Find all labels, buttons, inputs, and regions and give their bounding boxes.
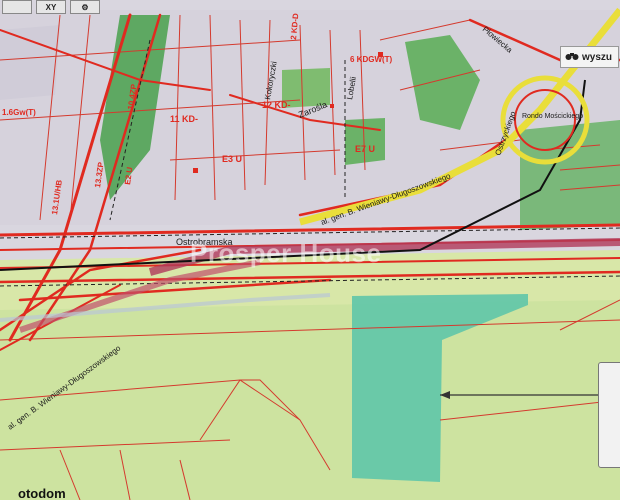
callout-box <box>598 362 620 468</box>
zone-marker <box>330 104 334 108</box>
xy-button[interactable]: XY <box>36 0 66 14</box>
zone-label: E7 U <box>355 144 375 154</box>
watermark: Prosper House <box>190 238 382 268</box>
map-toolbar: XY ⚙ <box>2 0 100 14</box>
zone-label: 1.6Gw(T) <box>2 108 36 117</box>
zone-marker <box>193 168 198 173</box>
toolbar-button[interactable] <box>2 0 32 14</box>
search-label: wyszu <box>582 51 613 63</box>
settings-button[interactable]: ⚙ <box>70 0 100 14</box>
search-button[interactable]: wyszu <box>560 46 620 68</box>
source-text: otodom <box>18 486 66 501</box>
parcel-block-left <box>0 25 60 100</box>
zone-label: 6 KDGW(T) <box>350 55 393 64</box>
zone-label: 12 KD- <box>262 100 291 110</box>
binoculars-icon <box>565 51 579 64</box>
zone-label: 11 KD- <box>170 114 198 124</box>
zone-label: E3 U <box>222 154 242 164</box>
roundabout-label: Rondo Mościckiego <box>522 113 583 120</box>
